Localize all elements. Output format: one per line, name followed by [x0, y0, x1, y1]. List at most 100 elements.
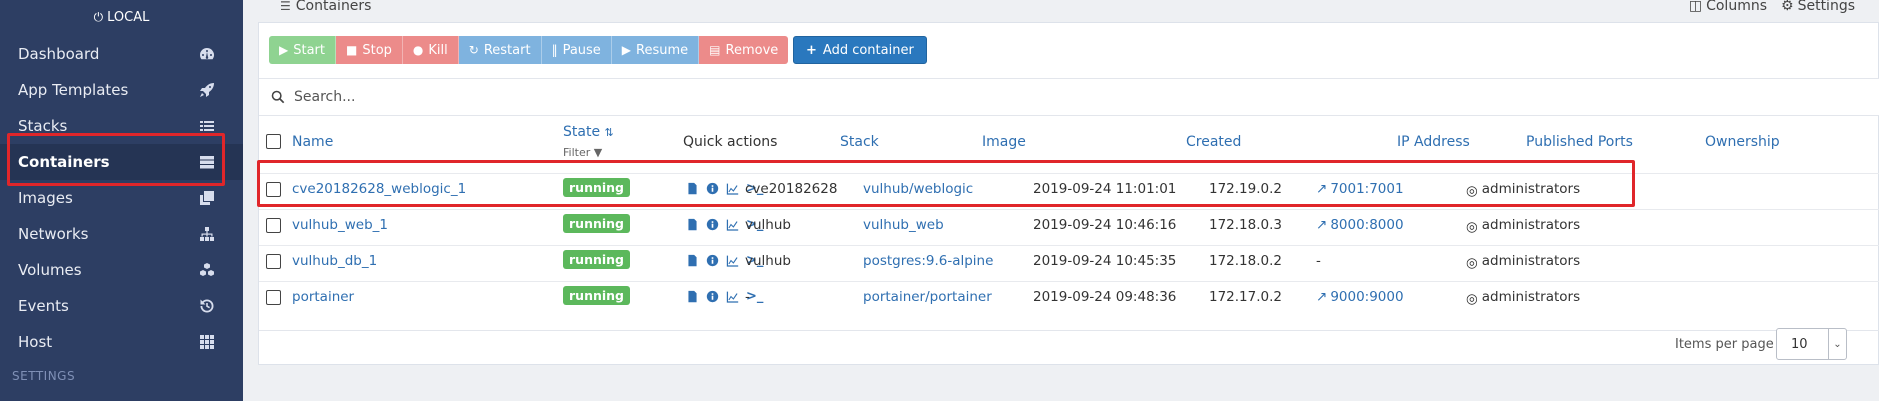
created-value: 2019-09-24 10:45:35	[1033, 253, 1177, 269]
sidebar-item-networks[interactable]: Networks	[0, 216, 243, 252]
add-container-button[interactable]: + Add container	[793, 36, 927, 64]
sidebar-item-label: Dashboard	[18, 45, 100, 63]
column-header-state[interactable]: State ⇅	[563, 124, 614, 140]
items-per-page-value: 10	[1791, 336, 1808, 352]
tachometer-icon	[199, 46, 215, 62]
sidebar-item-events[interactable]: Events	[0, 288, 243, 324]
resume-button[interactable]: ▶ Resume	[611, 36, 700, 64]
sidebar-item-label: App Templates	[18, 81, 129, 99]
sidebar-item-label: Images	[18, 189, 73, 207]
stats-icon[interactable]	[726, 218, 739, 231]
info-icon[interactable]	[706, 290, 719, 303]
container-name-link[interactable]: vulhub_db_1	[292, 253, 377, 269]
state-filter[interactable]: Filter ▼	[563, 146, 602, 159]
container-name-link[interactable]: cve20182628_weblogic_1	[292, 181, 466, 197]
items-per-page-select[interactable]: 10 ⌄	[1776, 328, 1847, 360]
sidebar: ⏻ LOCAL Dashboard App Templates Stacks C…	[0, 0, 243, 401]
row-checkbox[interactable]	[266, 182, 281, 197]
row-checkbox[interactable]	[266, 218, 281, 233]
sidebar-item-containers[interactable]: Containers	[0, 144, 243, 180]
info-icon[interactable]	[706, 218, 719, 231]
image-link[interactable]: vulhub/weblogic	[863, 181, 973, 197]
select-all-checkbox[interactable]	[266, 134, 281, 149]
column-header-ownership[interactable]: Ownership	[1705, 134, 1780, 150]
row-checkbox[interactable]	[266, 254, 281, 269]
plug-icon: ⏻	[93, 9, 104, 24]
eye-slash-icon: ◎	[1466, 255, 1478, 271]
ownership-label: administrators	[1481, 289, 1581, 305]
column-header-image[interactable]: Image	[982, 134, 1026, 150]
published-port-link[interactable]: ↗ 9000:9000	[1316, 289, 1404, 305]
stack-value: cve20182628	[745, 181, 838, 197]
sidebar-item-dashboard[interactable]: Dashboard	[0, 36, 243, 72]
container-name-link[interactable]: vulhub_web_1	[292, 217, 388, 233]
published-port-link[interactable]: ↗ 8000:8000	[1316, 217, 1404, 233]
page-title: ☰ Containers	[280, 0, 371, 14]
sidebar-item-app-templates[interactable]: App Templates	[0, 72, 243, 108]
filter-icon: ▼	[593, 146, 603, 159]
remove-label: Remove	[725, 42, 779, 58]
info-icon[interactable]	[706, 254, 719, 267]
sidebar-item-label: Containers	[18, 153, 110, 171]
history-icon	[199, 298, 215, 314]
restart-label: Restart	[483, 42, 531, 58]
info-icon[interactable]	[706, 182, 719, 195]
stack-value: vulhub	[745, 253, 791, 269]
table-footer	[259, 330, 1879, 365]
remove-button[interactable]: ▤ Remove	[699, 36, 789, 64]
sidebar-item-images[interactable]: Images	[0, 180, 243, 216]
search-input[interactable]	[294, 89, 894, 105]
image-link[interactable]: vulhub_web	[863, 217, 944, 233]
endpoint-label: ⏻ LOCAL	[0, 0, 243, 34]
port-label: 8000:8000	[1330, 217, 1404, 233]
state-filter-label: Filter	[563, 146, 591, 159]
status-badge: running	[563, 214, 630, 233]
sidebar-item-host[interactable]: Host	[0, 324, 243, 360]
image-link[interactable]: portainer/portainer	[863, 289, 992, 305]
restart-button[interactable]: ↻ Restart	[458, 36, 542, 64]
stats-icon[interactable]	[726, 290, 739, 303]
bomb-icon: ●	[412, 43, 424, 57]
logs-icon[interactable]	[686, 290, 699, 303]
state-header-label: State	[563, 124, 601, 140]
pause-icon: ‖	[551, 43, 558, 57]
eye-slash-icon: ◎	[1466, 219, 1478, 235]
start-button[interactable]: ▶ Start	[269, 36, 336, 64]
table-row: portainer running >_ - portainer/portain…	[259, 281, 1879, 311]
eye-slash-icon: ◎	[1466, 183, 1478, 199]
ownership-label: administrators	[1481, 253, 1581, 269]
ip-value: 172.18.0.3	[1209, 217, 1282, 233]
stop-button[interactable]: ■ Stop	[336, 36, 403, 64]
column-header-stack[interactable]: Stack	[840, 134, 879, 150]
resume-label: Resume	[636, 42, 689, 58]
pause-button[interactable]: ‖ Pause	[541, 36, 612, 64]
logs-icon[interactable]	[686, 182, 699, 195]
column-header-ports[interactable]: Published Ports	[1526, 134, 1633, 150]
trash-icon: ▤	[709, 43, 721, 57]
settings-heading: SETTINGS	[12, 369, 76, 383]
table-row: cve20182628_weblogic_1 running >_ cve201…	[259, 173, 1879, 203]
row-checkbox[interactable]	[266, 290, 281, 305]
kill-button[interactable]: ● Kill	[402, 36, 459, 64]
column-header-created[interactable]: Created	[1186, 134, 1241, 150]
sidebar-item-stacks[interactable]: Stacks	[0, 108, 243, 144]
status-badge: running	[563, 178, 630, 197]
published-port-link[interactable]: ↗ 7001:7001	[1316, 181, 1404, 197]
settings-button[interactable]: ⚙ Settings	[1781, 0, 1855, 14]
port-label: 9000:9000	[1330, 289, 1404, 305]
container-name-link[interactable]: portainer	[292, 289, 354, 305]
column-header-name[interactable]: Name	[292, 134, 333, 150]
logs-icon[interactable]	[686, 218, 699, 231]
ownership-value: ◎ administrators	[1466, 181, 1580, 199]
sidebar-item-label: Stacks	[18, 117, 68, 135]
eye-slash-icon: ◎	[1466, 291, 1478, 307]
action-toolbar: ▶ Start ■ Stop ● Kill ↻ Restart ‖ Pause ▶ Resu…	[269, 36, 789, 64]
image-link[interactable]: postgres:9.6-alpine	[863, 253, 993, 269]
stats-icon[interactable]	[726, 182, 739, 195]
stats-icon[interactable]	[726, 254, 739, 267]
pause-label: Pause	[562, 42, 601, 58]
columns-button[interactable]: ◫ Columns	[1689, 0, 1767, 14]
sidebar-item-volumes[interactable]: Volumes	[0, 252, 243, 288]
column-header-ip[interactable]: IP Address	[1397, 134, 1470, 150]
logs-icon[interactable]	[686, 254, 699, 267]
